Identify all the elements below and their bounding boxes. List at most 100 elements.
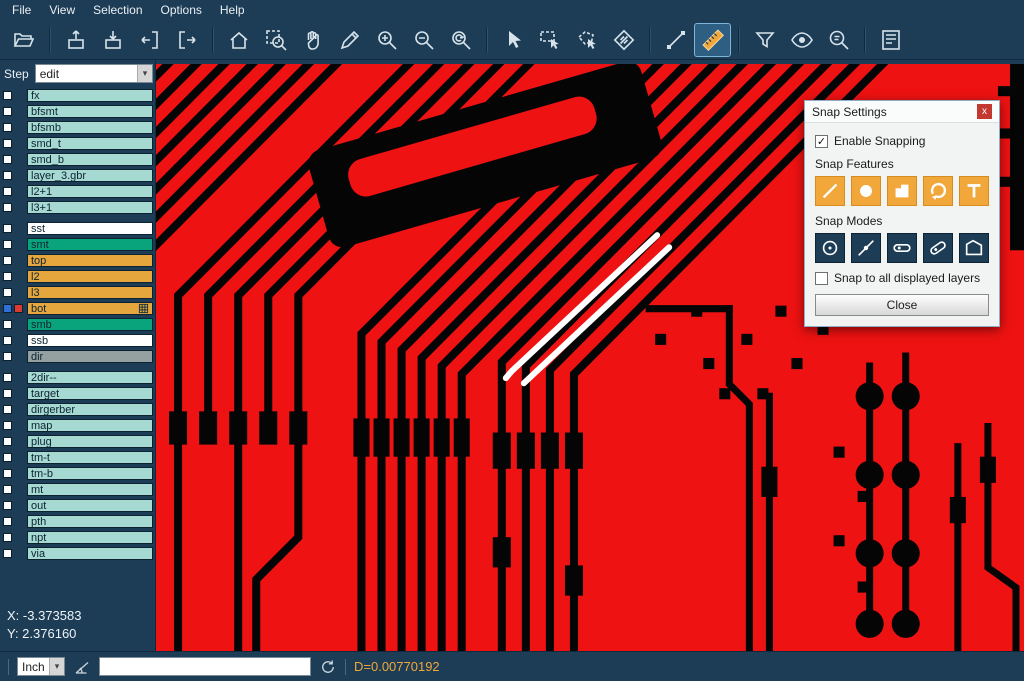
menu-options[interactable]: Options bbox=[153, 2, 210, 18]
zoom-area-button[interactable] bbox=[258, 24, 293, 56]
layer-visibility-checkbox[interactable] bbox=[3, 139, 12, 148]
layer-name-box[interactable]: out bbox=[27, 499, 153, 512]
query-button[interactable] bbox=[821, 24, 856, 56]
close-button[interactable]: Close bbox=[815, 294, 989, 316]
menu-help[interactable]: Help bbox=[212, 2, 253, 18]
select-rect-button[interactable] bbox=[532, 24, 567, 56]
step-dropdown[interactable]: edit ▾ bbox=[35, 64, 153, 83]
step-prev-button[interactable] bbox=[132, 24, 167, 56]
layer-visibility-checkbox[interactable] bbox=[3, 107, 12, 116]
layer-name-box[interactable]: map bbox=[27, 419, 153, 432]
layer-name-box[interactable]: mt bbox=[27, 483, 153, 496]
chevron-down-icon[interactable]: ▾ bbox=[49, 658, 64, 675]
refresh-icon[interactable] bbox=[319, 658, 337, 676]
layer-name-box[interactable]: pth bbox=[27, 515, 153, 528]
snap-outline-button[interactable] bbox=[959, 233, 989, 263]
ruler-button[interactable] bbox=[695, 24, 730, 56]
layer-name-box[interactable]: tm-b bbox=[27, 467, 153, 480]
snap-pad-button[interactable] bbox=[851, 176, 881, 206]
filter-button[interactable] bbox=[747, 24, 782, 56]
angle-icon[interactable] bbox=[73, 658, 91, 676]
snap-line-point-button[interactable] bbox=[851, 233, 881, 263]
layer-visibility-checkbox[interactable] bbox=[3, 549, 12, 558]
layer-visibility-checkbox[interactable] bbox=[3, 501, 12, 510]
layer-visibility-checkbox[interactable] bbox=[3, 389, 12, 398]
layer-name-box[interactable]: via bbox=[27, 547, 153, 560]
menu-file[interactable]: File bbox=[4, 2, 39, 18]
zoom-out-button[interactable] bbox=[406, 24, 441, 56]
zoom-in-button[interactable] bbox=[369, 24, 404, 56]
visibility-button[interactable] bbox=[784, 24, 819, 56]
layer-visibility-checkbox[interactable] bbox=[3, 405, 12, 414]
layer-visibility-checkbox[interactable] bbox=[3, 256, 12, 265]
layer-active-indicator[interactable] bbox=[14, 304, 23, 313]
layer-visibility-checkbox[interactable] bbox=[3, 517, 12, 526]
layer-name-box[interactable]: bfsmb bbox=[27, 121, 153, 134]
chevron-down-icon[interactable]: ▾ bbox=[137, 65, 152, 82]
report-button[interactable] bbox=[873, 24, 908, 56]
layer-name-box[interactable]: smd_b bbox=[27, 153, 153, 166]
layer-name-box[interactable]: l3 bbox=[27, 286, 153, 299]
layer-name-box[interactable]: plug bbox=[27, 435, 153, 448]
enable-snapping-checkbox[interactable]: ✓ bbox=[815, 135, 828, 148]
snap-arc-button[interactable] bbox=[923, 176, 953, 206]
layer-name-box[interactable]: ssb bbox=[27, 334, 153, 347]
layer-visibility-checkbox[interactable] bbox=[3, 453, 12, 462]
layer-visibility-checkbox[interactable] bbox=[3, 469, 12, 478]
import-step-button[interactable] bbox=[95, 24, 130, 56]
layer-visibility-checkbox[interactable] bbox=[3, 187, 12, 196]
layer-name-box[interactable]: sst bbox=[27, 222, 153, 235]
layer-name-box[interactable]: smb bbox=[27, 318, 153, 331]
layer-visibility-checkbox[interactable] bbox=[3, 203, 12, 212]
layer-name-box[interactable]: tm-t bbox=[27, 451, 153, 464]
snap-slot-h-button[interactable] bbox=[887, 233, 917, 263]
layer-visibility-checkbox[interactable] bbox=[3, 288, 12, 297]
open-folder-button[interactable] bbox=[6, 24, 41, 56]
layer-visibility-checkbox[interactable] bbox=[3, 91, 12, 100]
units-dropdown[interactable]: Inch ▾ bbox=[17, 657, 65, 676]
layer-visibility-checkbox[interactable] bbox=[3, 533, 12, 542]
snap-all-layers-checkbox[interactable] bbox=[815, 272, 828, 285]
layer-visibility-checkbox[interactable] bbox=[3, 155, 12, 164]
command-input[interactable] bbox=[99, 657, 311, 676]
export-step-button[interactable] bbox=[58, 24, 93, 56]
layer-name-box[interactable]: npt bbox=[27, 531, 153, 544]
layer-visibility-checkbox[interactable] bbox=[3, 240, 12, 249]
layer-visibility-checkbox[interactable] bbox=[3, 373, 12, 382]
layer-name-box[interactable]: l3+1 bbox=[27, 201, 153, 214]
pan-hand-button[interactable] bbox=[295, 24, 330, 56]
layer-name-box[interactable]: top bbox=[27, 254, 153, 267]
layer-visibility-checkbox[interactable] bbox=[3, 336, 12, 345]
hatch-button[interactable] bbox=[606, 24, 641, 56]
close-icon[interactable]: x bbox=[977, 104, 992, 119]
layer-visibility-checkbox[interactable] bbox=[3, 304, 12, 313]
layer-name-box[interactable]: bfsmt bbox=[27, 105, 153, 118]
layer-name-box[interactable]: fx bbox=[27, 89, 153, 102]
measure-line-button[interactable] bbox=[658, 24, 693, 56]
layer-name-box[interactable]: l2+1 bbox=[27, 185, 153, 198]
select-cursor-button[interactable] bbox=[495, 24, 530, 56]
step-next-button[interactable] bbox=[169, 24, 204, 56]
menu-view[interactable]: View bbox=[41, 2, 83, 18]
layer-visibility-checkbox[interactable] bbox=[3, 352, 12, 361]
layer-visibility-checkbox[interactable] bbox=[3, 421, 12, 430]
select-poly-button[interactable] bbox=[569, 24, 604, 56]
layer-visibility-checkbox[interactable] bbox=[3, 437, 12, 446]
layer-name-box[interactable]: dir bbox=[27, 350, 153, 363]
layer-name-box[interactable]: smt bbox=[27, 238, 153, 251]
snap-text-button[interactable] bbox=[959, 176, 989, 206]
dialog-titlebar[interactable]: Snap Settings x bbox=[805, 101, 999, 123]
layer-visibility-checkbox[interactable] bbox=[3, 320, 12, 329]
gerber-canvas[interactable]: Snap Settings x ✓ Enable Snapping Snap F… bbox=[156, 60, 1024, 651]
snap-center-button[interactable] bbox=[815, 233, 845, 263]
layer-visibility-checkbox[interactable] bbox=[3, 485, 12, 494]
layer-name-box[interactable]: bot bbox=[27, 302, 153, 315]
layer-visibility-checkbox[interactable] bbox=[3, 123, 12, 132]
layer-visibility-checkbox[interactable] bbox=[3, 171, 12, 180]
draw-shape-button[interactable] bbox=[332, 24, 367, 56]
snap-line-button[interactable] bbox=[815, 176, 845, 206]
layer-name-box[interactable]: smd_t bbox=[27, 137, 153, 150]
layer-name-box[interactable]: l2 bbox=[27, 270, 153, 283]
snap-slot-d-button[interactable] bbox=[923, 233, 953, 263]
snap-corner-button[interactable] bbox=[887, 176, 917, 206]
